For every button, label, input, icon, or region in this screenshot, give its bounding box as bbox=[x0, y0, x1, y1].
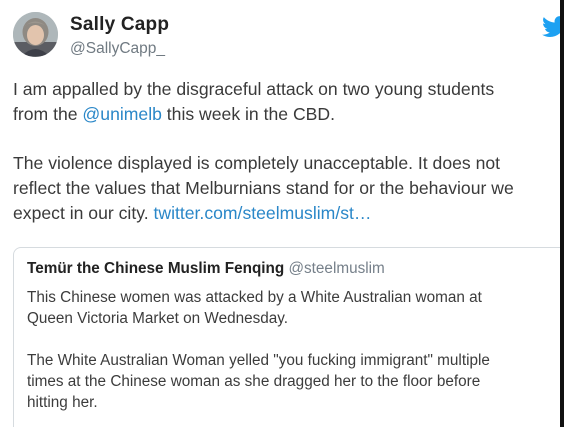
avatar[interactable] bbox=[13, 12, 58, 57]
screen-edge bbox=[560, 0, 564, 427]
tweet-line: I am appalled by the disgraceful attack … bbox=[13, 79, 495, 99]
tweet-card: Sally Capp @SallyCapp_ I am appalled by … bbox=[0, 0, 564, 427]
tweet-text-fragment: from the bbox=[13, 104, 83, 124]
quoted-line: Queen Victoria Market on Wednesday. bbox=[27, 310, 289, 327]
mention-link-unimelb[interactable]: @unimelb bbox=[82, 104, 161, 124]
quoted-tweet-body: This Chinese women was attacked by a Whi… bbox=[27, 287, 564, 413]
tweet-line: expect in our city. twitter.com/steelmus… bbox=[13, 201, 564, 226]
quoted-line: times at the Chinese woman as she dragge… bbox=[27, 373, 481, 390]
quoted-author-handle[interactable]: @steelmuslim bbox=[289, 260, 385, 277]
quoted-tweet[interactable]: Temür the Chinese Muslim Fenqing @steelm… bbox=[13, 247, 564, 427]
url-link[interactable]: twitter.com/steelmuslim/st… bbox=[153, 203, 371, 223]
tweet-line: reflect the values that Melburnians stan… bbox=[13, 178, 514, 198]
author-name[interactable]: Sally Capp bbox=[70, 14, 169, 36]
tweet-body: I am appalled by the disgraceful attack … bbox=[13, 77, 564, 226]
author-handle[interactable]: @SallyCapp_ bbox=[70, 40, 165, 58]
tweet-line: The violence displayed is completely una… bbox=[13, 153, 501, 173]
tweet-text-fragment: this week in the CBD. bbox=[161, 104, 335, 124]
tweet-line: from the @unimelb this week in the CBD. bbox=[13, 102, 564, 127]
quoted-line: This Chinese women was attacked by a Whi… bbox=[27, 289, 482, 306]
quoted-line: hitting her. bbox=[27, 394, 98, 411]
quoted-author-name[interactable]: Temür the Chinese Muslim Fenqing bbox=[27, 260, 284, 277]
tweet-text-fragment: expect in our city. bbox=[13, 203, 154, 223]
avatar-photo bbox=[13, 12, 58, 57]
quoted-tweet-header: Temür the Chinese Muslim Fenqing @steelm… bbox=[27, 260, 385, 278]
quoted-line: The White Australian Woman yelled "you f… bbox=[27, 352, 490, 369]
